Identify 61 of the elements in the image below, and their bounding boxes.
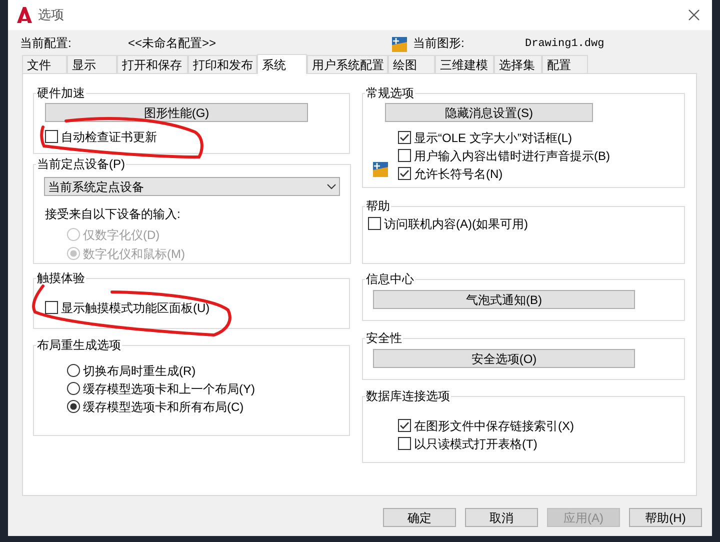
- checkbox[interactable]: [368, 217, 381, 230]
- dialog-button[interactable]: 取消: [465, 508, 538, 527]
- checkbox[interactable]: [398, 437, 411, 450]
- checkbox-label: 用户输入内容出错时进行声音提示(B): [414, 148, 610, 164]
- drawing-value: Drawing1.dwg: [525, 36, 604, 52]
- profile-label: 当前配置:: [20, 35, 72, 52]
- drawing-file-icon: [392, 37, 407, 52]
- tab[interactable]: 文件: [22, 55, 67, 73]
- group-title: 触摸体验: [36, 270, 86, 286]
- tab[interactable]: 绘图: [388, 55, 435, 73]
- group-title: 信息中心: [365, 271, 415, 287]
- radio-label: 缓存模型选项卡和上一个布局(Y): [83, 380, 255, 398]
- checkbox[interactable]: [398, 419, 411, 432]
- radio-label: 仅数字化仪(D): [83, 226, 160, 244]
- caret-icon: [327, 184, 336, 190]
- radio-label: 缓存模型选项卡和所有布局(C): [83, 398, 244, 416]
- checkbox-label: 以只读模式打开表格(T): [414, 436, 538, 452]
- checkbox-label: 允许长符号名(N): [414, 166, 503, 182]
- checkbox-label: 自动检查证书更新: [61, 128, 157, 146]
- settings-button[interactable]: 气泡式通知(B): [373, 290, 635, 309]
- checkbox-label: 在图形文件中保存链接索引(X): [414, 418, 574, 434]
- settings-button[interactable]: 安全选项(O): [373, 349, 635, 368]
- checkbox-label: 访问联机内容(A)(如果可用): [384, 216, 528, 232]
- tab[interactable]: 打印和发布: [188, 55, 257, 73]
- group-title: 常规选项: [365, 85, 415, 101]
- group-title: 当前定点设备(P): [36, 156, 126, 172]
- checkbox[interactable]: [45, 130, 58, 143]
- tab[interactable]: 系统: [257, 54, 307, 74]
- dialog-button[interactable]: 确定: [383, 508, 456, 527]
- tab[interactable]: 三维建模: [435, 55, 494, 73]
- group-title: 布局重生成选项: [36, 337, 122, 353]
- radio-button[interactable]: [67, 382, 80, 395]
- checkbox[interactable]: [45, 301, 58, 314]
- tab[interactable]: 显示: [67, 55, 117, 73]
- radio-button[interactable]: [67, 364, 80, 377]
- group-title: 硬件加速: [36, 85, 86, 101]
- checkbox[interactable]: [398, 167, 411, 180]
- field-label: 接受来自以下设备的输入:: [45, 206, 182, 223]
- tab[interactable]: 选择集: [494, 55, 542, 73]
- checkbox[interactable]: [398, 149, 411, 162]
- tab[interactable]: 打开和保存: [117, 55, 188, 73]
- drawing-label: 当前图形:: [413, 35, 466, 52]
- checkbox-label: 显示触摸模式功能区面板(U): [61, 300, 210, 316]
- window-title: 选项: [38, 6, 64, 24]
- checkbox[interactable]: [398, 131, 411, 144]
- group-title: 帮助: [365, 198, 391, 214]
- settings-button[interactable]: 隐藏消息设置(S): [385, 103, 593, 122]
- radio-button[interactable]: [67, 400, 80, 413]
- profile-value: <<未命名配置>>: [128, 35, 218, 52]
- tab[interactable]: 配置: [542, 55, 588, 73]
- settings-button[interactable]: 图形性能(G): [45, 103, 308, 122]
- radio-label: 切换布局时重生成(R): [83, 362, 196, 380]
- app-logo-icon: [17, 7, 32, 23]
- checkbox-label: 显示“OLE 文字大小”对话框(L): [414, 130, 572, 146]
- group-title: 数据库连接选项: [365, 388, 451, 404]
- tab[interactable]: 用户系统配置: [307, 55, 388, 73]
- group-title: 安全性: [365, 330, 403, 346]
- dropdown[interactable]: 当前系统定点设备: [44, 177, 340, 196]
- dialog-button[interactable]: 帮助(H): [629, 508, 702, 527]
- close-icon[interactable]: [688, 9, 700, 21]
- radio-label: 数字化仪和鼠标(M): [83, 246, 185, 262]
